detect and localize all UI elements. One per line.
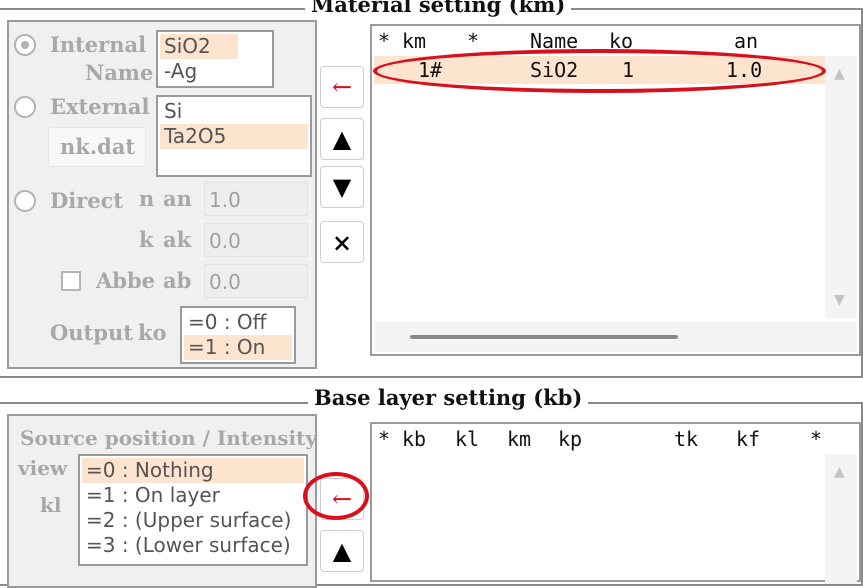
base-move-up-button[interactable]: ▲: [320, 530, 364, 572]
header-asterisk: *: [378, 427, 391, 451]
table-header: * kb kl km kp tk kf *: [372, 428, 859, 450]
list-item[interactable]: =1 : On layer: [82, 483, 304, 508]
scroll-down-icon[interactable]: ▼: [834, 292, 845, 308]
abbe-label: Abbe: [96, 268, 156, 293]
list-item[interactable]: =0 : Off: [184, 310, 292, 335]
add-material-button[interactable]: ←: [320, 66, 364, 108]
move-up-button[interactable]: ▲: [320, 118, 364, 160]
move-down-button[interactable]: ▼: [320, 166, 364, 208]
ab-label: ab: [163, 268, 192, 293]
kl-list[interactable]: =0 : Nothing =1 : On layer =2 : (Upper s…: [78, 454, 308, 566]
list-item[interactable]: Si: [160, 99, 308, 124]
list-item[interactable]: =2 : (Upper surface): [82, 508, 304, 533]
name-label: Name: [85, 60, 154, 85]
list-item[interactable]: =0 : Nothing: [82, 458, 304, 483]
ak-label: ak: [163, 227, 192, 252]
source-position-label: Source position / Intensity: [20, 426, 317, 450]
list-item[interactable]: SiO2: [160, 34, 238, 59]
external-label: External: [50, 94, 150, 119]
nkdat-button-label: nk.dat: [60, 134, 136, 159]
header-an: an: [734, 29, 759, 53]
delete-button[interactable]: ×: [320, 221, 364, 263]
header-km: km: [507, 427, 532, 451]
header-asterisk-2: *: [467, 29, 480, 53]
ab-input[interactable]: 0.0: [204, 264, 308, 298]
view-label: view: [18, 456, 68, 480]
output-label: Output: [50, 320, 133, 345]
add-button-annotation: [303, 472, 369, 520]
abbe-checkbox[interactable]: [61, 271, 81, 291]
triangle-up-icon: ▲: [332, 125, 352, 153]
scroll-up-icon[interactable]: ▲: [834, 464, 845, 480]
an-input[interactable]: 1.0: [204, 182, 308, 216]
list-item[interactable]: Ta2O5: [160, 124, 308, 149]
header-km: km: [402, 29, 427, 53]
external-radio[interactable]: [14, 96, 36, 118]
direct-radio[interactable]: [14, 190, 36, 212]
header-kl: kl: [455, 427, 480, 451]
internal-radio[interactable]: [14, 34, 36, 56]
output-list[interactable]: =0 : Off =1 : On: [180, 306, 296, 364]
ak-input[interactable]: 0.0: [204, 223, 308, 257]
horizontal-scroll-thumb[interactable]: [410, 335, 678, 339]
k-label: k: [139, 227, 154, 252]
header-kb: kb: [402, 427, 427, 451]
external-file-list[interactable]: Si Ta2O5: [156, 95, 312, 177]
internal-name-list[interactable]: SiO2 -Ag: [156, 30, 274, 88]
kl-label: kl: [40, 493, 62, 517]
row-highlight-annotation: [373, 49, 826, 93]
header-kf: kf: [736, 427, 761, 451]
base-layer-table[interactable]: * kb kl km kp tk kf * ▲: [370, 422, 861, 584]
scroll-up-icon[interactable]: ▲: [834, 66, 845, 82]
list-item[interactable]: =1 : On: [184, 335, 292, 360]
vertical-scrollbar[interactable]: ▲ ▼: [825, 56, 857, 318]
close-icon: ×: [331, 227, 353, 257]
header-asterisk: *: [378, 29, 391, 53]
header-kp: kp: [558, 427, 583, 451]
internal-label: Internal: [50, 32, 147, 57]
list-item[interactable]: -Ag: [160, 59, 238, 84]
an-label: an: [163, 186, 192, 211]
triangle-up-icon: ▲: [332, 537, 352, 565]
list-item[interactable]: =3 : (Lower surface): [82, 533, 304, 558]
direct-label: Direct: [50, 188, 124, 213]
arrow-left-icon: ←: [331, 73, 353, 101]
header-tk: tk: [674, 427, 699, 451]
vertical-scrollbar[interactable]: ▲: [825, 454, 857, 584]
header-asterisk-2: *: [810, 427, 823, 451]
material-setting-title: Material setting (km): [305, 0, 572, 17]
base-layer-title: Base layer setting (kb): [308, 386, 589, 410]
ko-label: ko: [138, 320, 167, 345]
n-label: n: [139, 186, 155, 211]
horizontal-scrollbar[interactable]: [374, 322, 857, 352]
triangle-down-icon: ▼: [332, 173, 352, 201]
